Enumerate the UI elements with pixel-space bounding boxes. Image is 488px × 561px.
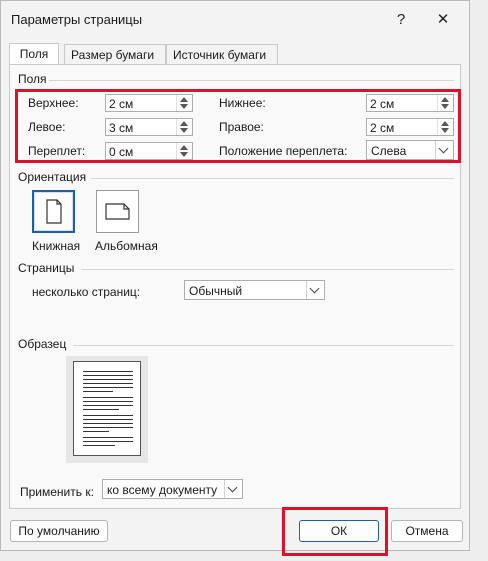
chevron-down-icon [309,283,320,294]
preview-line [83,415,133,416]
pages-divider [81,269,454,270]
preview-line [83,391,113,392]
pages-section-label: Страницы [18,261,75,275]
portrait-button[interactable] [32,190,75,233]
preview-line [83,397,133,398]
preview-line [83,401,133,402]
dialog-title: Параметры страницы [11,12,143,27]
preview-line [83,405,133,406]
page-preview [66,356,148,463]
preview-line [83,445,115,446]
portrait-page-icon [46,199,62,224]
page-setup-dialog: Параметры страницы ? ✕ Поля Размер бумаг… [0,0,470,556]
ok-highlight-frame [282,507,388,556]
help-icon: ? [396,10,406,28]
preview-line [83,375,133,376]
preview-line [83,441,133,442]
margins-highlight-frame [15,89,461,163]
close-button[interactable]: ✕ [425,5,461,33]
set-default-button[interactable]: По умолчанию [10,520,108,542]
preview-line [83,379,133,380]
title-bar: Параметры страницы ? ✕ [1,1,469,39]
preview-line [83,437,133,438]
set-default-label: По умолчанию [18,524,100,538]
preview-page [73,361,141,456]
preview-line [83,423,133,424]
preview-line [83,409,119,410]
tab-paper-size-label: Размер бумаги [71,48,155,62]
tab-paper-source[interactable]: Источник бумаги [166,44,278,65]
preview-line [83,427,133,428]
cancel-button[interactable]: Отмена [391,520,463,542]
preview-line [83,387,133,388]
close-icon: ✕ [436,11,450,28]
preview-line [83,419,133,420]
preview-line [83,431,109,432]
multiple-pages-select[interactable]: Обычный [184,280,325,300]
cancel-label: Отмена [405,524,449,538]
apply-to-value: ко всему документу [107,483,218,497]
tab-paper-source-label: Источник бумаги [173,48,267,62]
portrait-label: Книжная [32,239,81,253]
orientation-divider [91,178,454,179]
preview-section-label: Образец [18,337,67,351]
help-button[interactable]: ? [383,5,419,33]
landscape-page-icon [105,203,130,220]
multiple-pages-value: Обычный [189,284,243,298]
apply-to-label: Применить к: [20,485,94,499]
landscape-button[interactable] [96,190,139,233]
margins-section-label: Поля [18,72,47,86]
preview-divider [73,345,454,346]
apply-to-select[interactable]: ко всему документу [102,479,243,499]
preview-line [83,371,133,372]
margins-divider [49,80,454,81]
preview-line [83,383,133,384]
tab-margins-label: Поля [19,47,49,61]
dropdown-arrow[interactable] [224,480,242,498]
tab-paper-size[interactable]: Размер бумаги [64,44,166,65]
landscape-label: Альбомная [95,239,158,253]
dropdown-arrow[interactable] [306,281,324,299]
chevron-down-icon [227,482,238,493]
orientation-section-label: Ориентация [18,170,87,184]
multiple-pages-label: несколько страниц: [32,285,141,299]
tab-margins[interactable]: Поля [9,43,59,66]
